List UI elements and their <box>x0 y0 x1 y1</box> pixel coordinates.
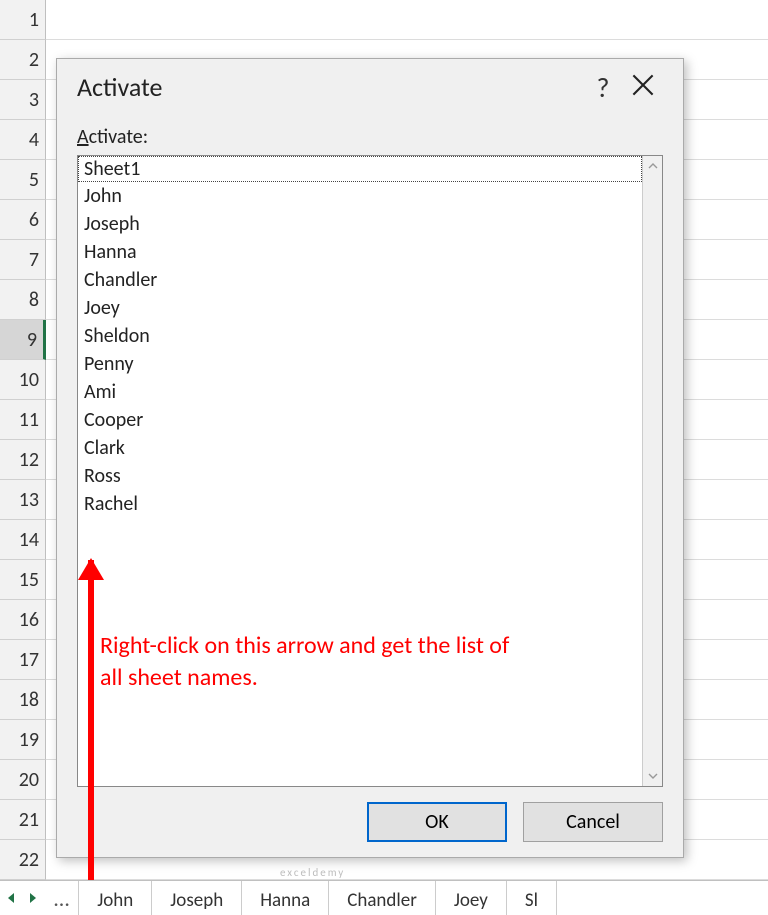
list-item[interactable]: Joseph <box>78 210 642 238</box>
row-header[interactable]: 4 <box>0 120 46 160</box>
ok-button[interactable]: OK <box>367 802 507 842</box>
row-header[interactable]: 17 <box>0 640 46 680</box>
row-header[interactable]: 13 <box>0 480 46 520</box>
cell-row[interactable] <box>46 0 768 40</box>
sheet-tab[interactable]: Sl <box>506 881 557 915</box>
list-item[interactable]: Joey <box>78 294 642 322</box>
sheet-tab[interactable]: Hanna <box>241 881 329 915</box>
sheet-listbox[interactable]: Sheet1JohnJosephHannaChandlerJoeySheldon… <box>77 155 663 787</box>
close-icon <box>632 74 654 96</box>
tab-overflow-dots[interactable]: … <box>44 881 79 915</box>
row-header[interactable]: 14 <box>0 520 46 560</box>
list-item[interactable]: Hanna <box>78 238 642 266</box>
list-item[interactable]: Rachel <box>78 490 642 518</box>
row-header[interactable]: 19 <box>0 720 46 760</box>
row-header[interactable]: 2 <box>0 40 46 80</box>
list-item[interactable]: Ami <box>78 378 642 406</box>
listbox-scrollbar[interactable] <box>642 156 662 786</box>
list-item[interactable]: Penny <box>78 350 642 378</box>
triangle-right-icon <box>28 892 38 904</box>
list-item[interactable]: Ross <box>78 462 642 490</box>
tab-nav-prev[interactable] <box>0 881 22 915</box>
sheet-tab[interactable]: Joey <box>435 881 507 915</box>
row-header[interactable]: 18 <box>0 680 46 720</box>
row-header[interactable]: 15 <box>0 560 46 600</box>
close-button[interactable] <box>623 74 663 101</box>
sheet-tab[interactable]: John <box>78 881 152 915</box>
row-header[interactable]: 16 <box>0 600 46 640</box>
row-header[interactable]: 11 <box>0 400 46 440</box>
row-header[interactable]: 1 <box>0 0 46 40</box>
list-item[interactable]: Sheet1 <box>78 156 642 182</box>
scroll-up-icon[interactable] <box>643 156 662 176</box>
row-header[interactable]: 9 <box>0 320 46 360</box>
row-header[interactable]: 6 <box>0 200 46 240</box>
dialog-titlebar: Activate ? <box>57 59 683 115</box>
triangle-left-icon <box>6 892 16 904</box>
row-header[interactable]: 5 <box>0 160 46 200</box>
activate-label: Activate: <box>77 125 663 149</box>
sheet-tabs-bar: … JohnJosephHannaChandlerJoeySl <box>0 880 768 915</box>
row-header[interactable]: 22 <box>0 840 46 880</box>
cancel-button[interactable]: Cancel <box>523 802 663 842</box>
help-button[interactable]: ? <box>583 70 623 105</box>
row-header[interactable]: 20 <box>0 760 46 800</box>
dialog-title: Activate <box>77 71 583 103</box>
list-item[interactable]: Chandler <box>78 266 642 294</box>
list-item[interactable]: Cooper <box>78 406 642 434</box>
list-item[interactable]: John <box>78 182 642 210</box>
row-header[interactable]: 10 <box>0 360 46 400</box>
sheet-tab[interactable]: Chandler <box>328 881 436 915</box>
row-header[interactable]: 7 <box>0 240 46 280</box>
row-header[interactable]: 12 <box>0 440 46 480</box>
row-header[interactable]: 8 <box>0 280 46 320</box>
list-item[interactable]: Sheldon <box>78 322 642 350</box>
tab-nav-next[interactable] <box>22 881 44 915</box>
activate-dialog: Activate ? Activate: Sheet1JohnJosephHan… <box>56 58 684 858</box>
row-header[interactable]: 21 <box>0 800 46 840</box>
scroll-down-icon[interactable] <box>643 766 662 786</box>
list-item[interactable]: Clark <box>78 434 642 462</box>
sheet-tab[interactable]: Joseph <box>151 881 242 915</box>
row-header[interactable]: 3 <box>0 80 46 120</box>
